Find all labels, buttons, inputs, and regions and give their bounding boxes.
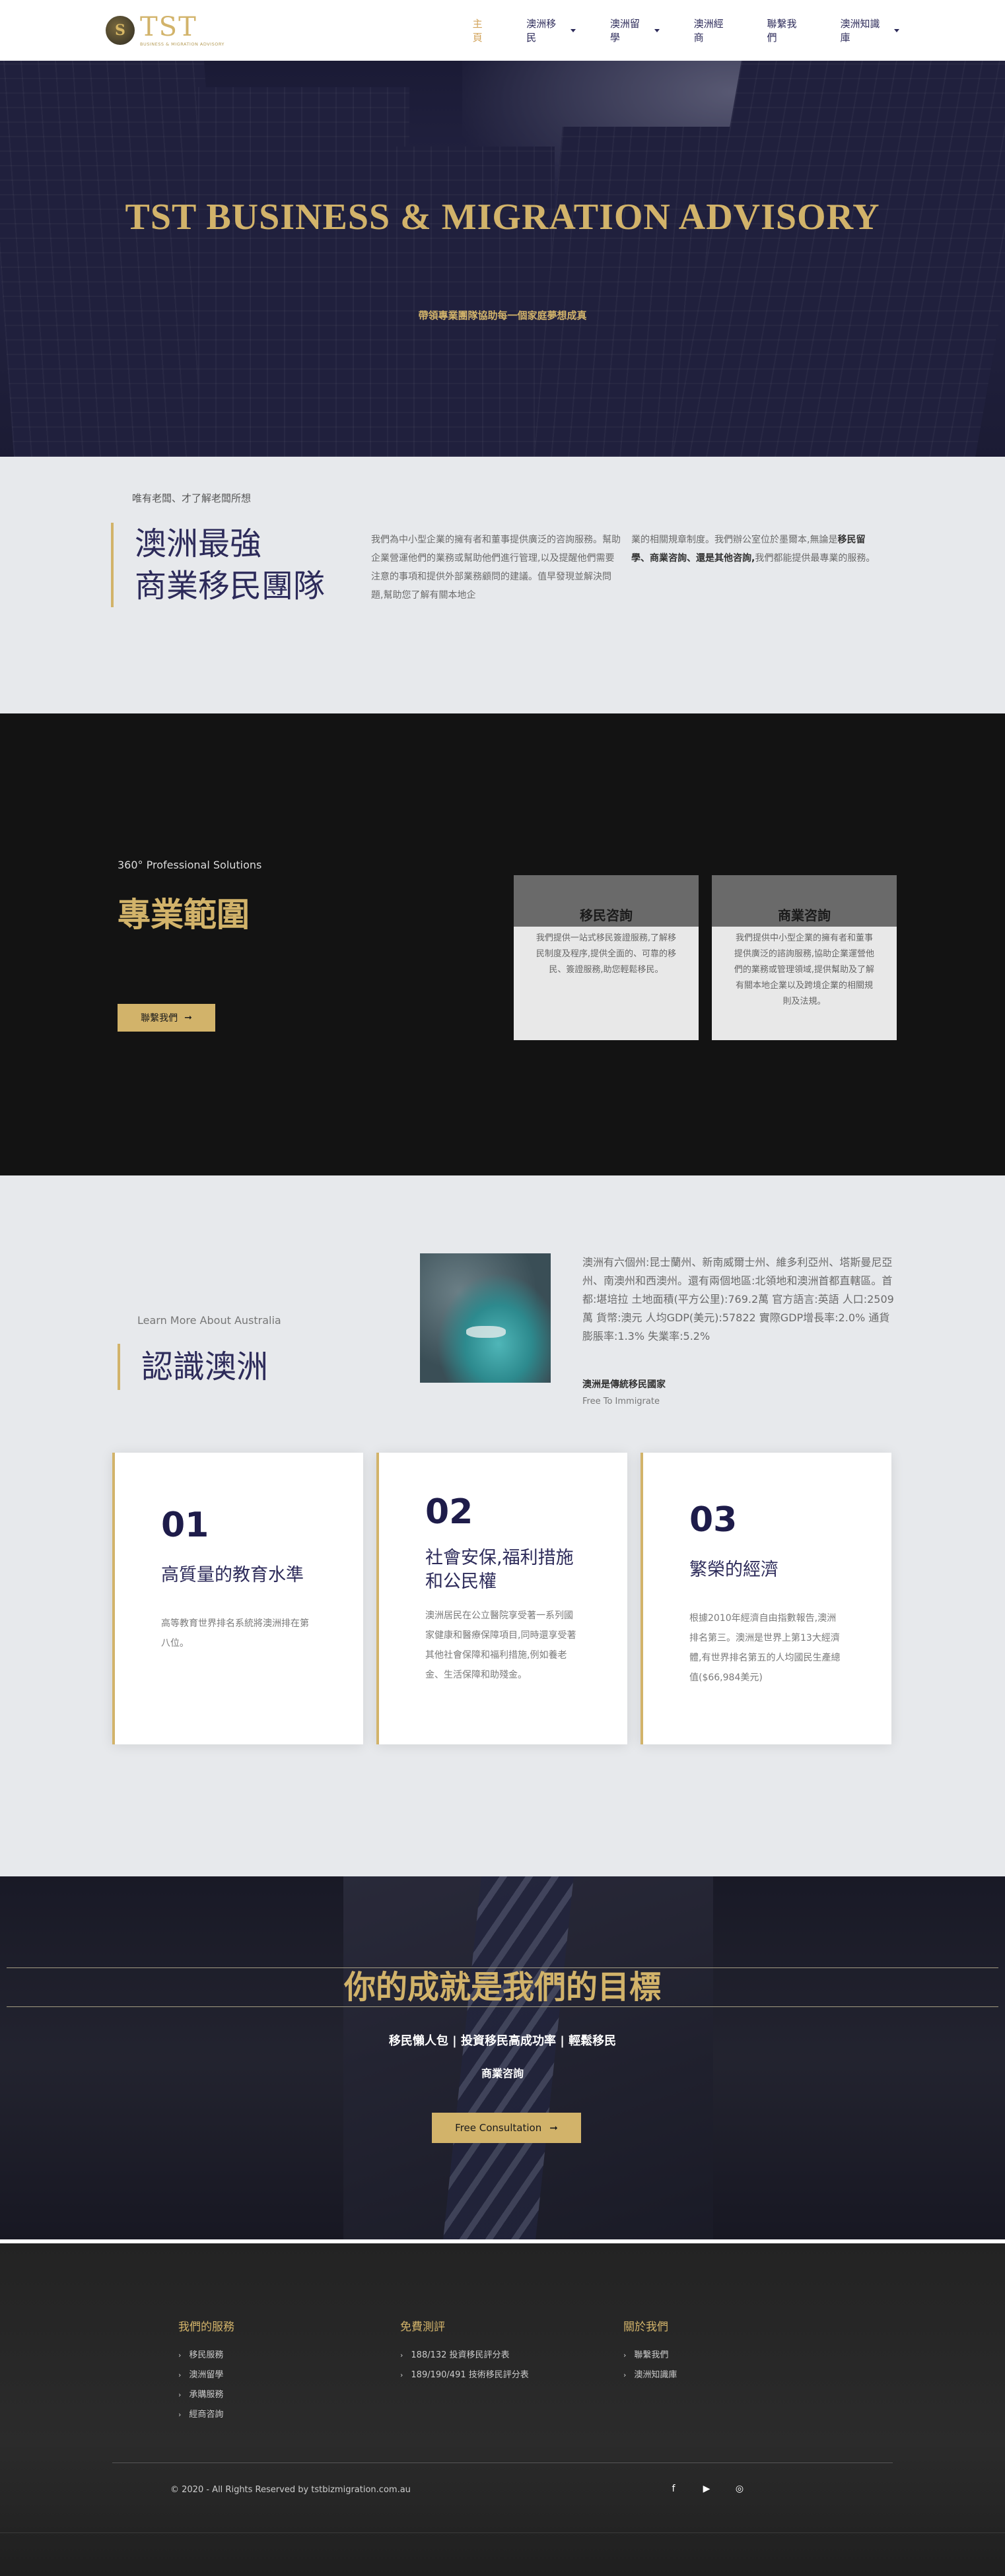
feature-number: 01 [161, 1505, 209, 1545]
logo[interactable]: S TST BUSINESS & MIGRATION ADVISORY [106, 14, 380, 47]
about-text: 澳洲有六個州:昆士蘭州、新南威爾士州、維多利亞州、塔斯曼尼亞州、南澳州和西澳州。… [582, 1256, 894, 1342]
nav-study[interactable]: 澳洲留學 [610, 17, 660, 44]
main-nav: 主頁 澳洲移民 澳洲留學 澳洲經商 聯繫我們 澳洲知識庫 [473, 17, 899, 44]
cta-line1: 移民懶人包 | 投資移民高成功率 | 輕鬆移民 [388, 2034, 617, 2048]
intro-eyebrow: 唯有老闆、才了解老闆所想 [132, 492, 252, 504]
footer-link[interactable]: › 移民服務 [178, 2346, 234, 2365]
footer-link[interactable]: › 188/132 投資移民評分表 [400, 2346, 529, 2365]
about-australia-section: Learn More About Australia 認識澳洲 澳洲有六個州:昆… [0, 1175, 1005, 1876]
footer-link[interactable]: › 澳洲留學 [178, 2365, 234, 2385]
instagram-icon[interactable]: ◎ [733, 2482, 746, 2495]
site-footer: 我們的服務 › 移民服務 › 澳洲留學 › 承購服務 › 經商咨詢 免費測評 › 188/… [0, 2243, 1005, 2576]
arrow-right-icon: ➞ [549, 2122, 558, 2134]
intro-text-col1: 我們為中小型企業的擁有者和董事提供廣泛的咨詢服務。幫助企業營運他們的業務或幫助他… [371, 535, 621, 601]
about-bold-line: 澳洲是傳統移民國家 [582, 1379, 666, 1390]
sydney-harbour-image [420, 1253, 551, 1383]
chevron-down-icon [654, 28, 660, 32]
services-eyebrow: 360° Professional Solutions [118, 859, 262, 871]
chevron-right-icon: › [178, 2410, 182, 2419]
contact-us-button[interactable]: 聯繫我們 ➞ [118, 1004, 215, 1032]
nav-home[interactable]: 主頁 [473, 17, 493, 44]
footer-divider [112, 2462, 893, 2463]
logo-sub: BUSINESS & MIGRATION ADVISORY [140, 42, 225, 47]
chevron-down-icon [893, 28, 899, 32]
free-consultation-button[interactable]: Free Consultation ➞ [432, 2113, 581, 2143]
footer-link[interactable]: › 聯繫我們 [623, 2346, 677, 2365]
feature-title: 社會安保,福利措施和公民權 [425, 1548, 574, 1592]
service-card-business[interactable]: 商業咨詢 我們提供中小型企業的擁有者和董事提供廣泛的諮詢服務,協助企業運營他們的… [712, 875, 897, 1040]
nav-immigration[interactable]: 澳洲移民 [526, 17, 576, 44]
feature-number: 03 [689, 1500, 738, 1540]
service-card-immigration[interactable]: 移民咨詢 我們提供一站式移民簽證服務,了解移民制度及程序,提供全面的、可靠的移民… [514, 875, 699, 1040]
chevron-right-icon: › [178, 2391, 182, 2399]
facebook-icon[interactable]: f [667, 2482, 680, 2495]
feature-number: 02 [425, 1492, 473, 1532]
cta-section: 你的成就是我們的目標 移民懶人包 | 投資移民高成功率 | 輕鬆移民 商業咨詢 … [0, 1876, 1005, 2239]
chevron-right-icon: › [623, 2371, 627, 2379]
intro-section: 唯有老闆、才了解老闆所想 澳洲最強 商業移民團隊 我們為中小型企業的擁有者和董事… [0, 457, 1005, 713]
chevron-right-icon: › [178, 2371, 182, 2379]
nav-knowledge[interactable]: 澳洲知識庫 [841, 17, 899, 44]
footer-bottom-divider [0, 2532, 1005, 2533]
feature-text: 澳洲居民在公立醫院享受著一系列國家健康和醫療保障項目,同時還享受著其他社會保障和… [425, 1610, 576, 1680]
hero-section: TST BUSINESS & MIGRATION ADVISORY 帶領專業團隊… [0, 61, 1005, 457]
logo-word: TST [140, 12, 197, 42]
social-links: f ▶ ◎ [667, 2482, 746, 2495]
footer-col-about: 關於我們 › 聯繫我們 › 澳洲知識庫 [623, 2317, 677, 2385]
feature-card: 02 社會安保,福利措施和公民權 澳洲居民在公立醫院享受著一系列國家健康和醫療保… [376, 1453, 627, 1744]
about-heading: 認識澳洲 [118, 1344, 268, 1390]
nav-contact[interactable]: 聯繫我們 [767, 17, 806, 44]
cta-line2: 商業咨詢 [481, 2067, 524, 2080]
chevron-right-icon: › [178, 2351, 182, 2360]
about-eyebrow: Learn More About Australia [137, 1314, 281, 1327]
site-header: S TST BUSINESS & MIGRATION ADVISORY 主頁 澳… [0, 0, 1005, 61]
chevron-right-icon: › [400, 2371, 403, 2379]
feature-text: 根據2010年經濟自由指數報告,澳洲排名第三。澳洲是世界上第13大經濟體,有世界… [689, 1613, 841, 1683]
nav-business[interactable]: 澳洲經商 [694, 17, 733, 44]
intro-text-col2: 業的相關規章制度。我們辦公室位於墨爾本,無論是移民留學、商業咨詢、還是其他咨詢,… [631, 535, 876, 564]
feature-text: 高等教育世界排名系統將澳洲排在第八位。 [161, 1618, 309, 1649]
youtube-icon[interactable]: ▶ [700, 2482, 713, 2495]
footer-link[interactable]: › 承購服務 [178, 2385, 234, 2405]
services-heading: 專業範圍 [118, 896, 250, 934]
logo-mark: S [106, 16, 135, 45]
chevron-down-icon [570, 28, 576, 32]
footer-link[interactable]: › 189/190/491 技術移民評分表 [400, 2365, 529, 2385]
copyright: © 2020 - All Rights Reserved by tstbizmi… [170, 2485, 411, 2495]
hero-subtitle: 帶領專業團隊協助每一個家庭夢想成真 [418, 310, 587, 321]
feature-card: 03 繁榮的經濟 根據2010年經濟自由指數報告,澳洲排名第三。澳洲是世界上第1… [641, 1453, 891, 1744]
services-section: 360° Professional Solutions 專業範圍 聯繫我們 ➞ … [0, 713, 1005, 1175]
hero-title: TST BUSINESS & MIGRATION ADVISORY [125, 197, 880, 238]
about-small-line: Free To Immigrate [582, 1397, 660, 1406]
chevron-right-icon: › [623, 2351, 627, 2360]
footer-link[interactable]: › 澳洲知識庫 [623, 2365, 677, 2385]
footer-col-services: 我們的服務 › 移民服務 › 澳洲留學 › 承購服務 › 經商咨詢 [178, 2317, 234, 2425]
arrow-right-icon: ➞ [184, 1012, 192, 1023]
intro-heading: 澳洲最強 商業移民團隊 [111, 523, 325, 607]
chevron-right-icon: › [400, 2351, 403, 2360]
feature-title: 高質量的教育水準 [161, 1565, 304, 1585]
cta-heading: 你的成就是我們的目標 [343, 1969, 661, 2006]
feature-title: 繁榮的經濟 [689, 1560, 779, 1580]
footer-col-assessment: 免費測評 › 188/132 投資移民評分表 › 189/190/491 技術移民評… [400, 2317, 529, 2385]
footer-link[interactable]: › 經商咨詢 [178, 2405, 234, 2425]
feature-card: 01 高質量的教育水準 高等教育世界排名系統將澳洲排在第八位。 [112, 1453, 363, 1744]
